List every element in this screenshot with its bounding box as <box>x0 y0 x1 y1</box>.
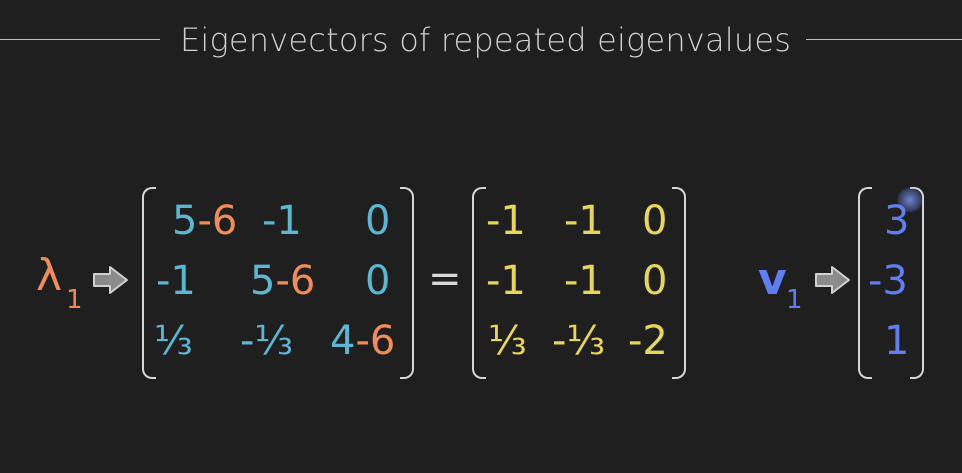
matrix-b-cell: -1 <box>486 198 526 244</box>
vector-symbol: v <box>758 254 787 305</box>
vector-cell: 1 <box>884 318 910 364</box>
matrix-a-cell: 5-6 <box>250 258 316 304</box>
lambda-subscript: 1 <box>66 285 83 315</box>
matrix-a-cell: ⅓ <box>154 318 193 364</box>
matrix-a-right-bracket <box>400 187 414 379</box>
right-arrow-icon <box>815 266 850 294</box>
matrix-b-cell: -⅓ <box>552 318 606 364</box>
matrix-b-cell: -1 <box>564 198 604 244</box>
matrix-b-cell: 0 <box>642 258 668 304</box>
matrix-b-cell: -1 <box>486 258 526 304</box>
right-arrow-icon <box>93 266 128 294</box>
vector-cell: -3 <box>868 258 908 304</box>
matrix-b-cell: -1 <box>564 258 604 304</box>
title-divider-right <box>806 39 962 40</box>
lambda-symbol: λ <box>36 250 63 301</box>
matrix-b-cell: -2 <box>628 318 668 364</box>
vector-cell: 3 <box>884 198 910 244</box>
equals-sign: = <box>428 256 462 302</box>
matrix-a-cell: 0 <box>365 198 391 244</box>
matrix-a-cell: 5-6 <box>172 198 238 244</box>
matrix-b-left-bracket <box>472 187 486 379</box>
matrix-a-cell: 4-6 <box>330 318 396 364</box>
vector-right-bracket <box>910 187 924 379</box>
matrix-b-cell: 0 <box>642 198 668 244</box>
title-row: Eigenvectors of repeated eigenvalues <box>0 18 962 62</box>
matrix-a-cell: -1 <box>156 258 196 304</box>
matrix-a-cell: -1 <box>262 198 302 244</box>
matrix-a-cell: -⅓ <box>240 318 294 364</box>
title-divider-left <box>0 39 160 40</box>
matrix-b-right-bracket <box>672 187 686 379</box>
matrix-a-cell: 0 <box>365 258 391 304</box>
vector-subscript: 1 <box>786 285 803 315</box>
matrix-b-cell: ⅓ <box>488 318 527 364</box>
page-title: Eigenvectors of repeated eigenvalues <box>180 21 792 59</box>
